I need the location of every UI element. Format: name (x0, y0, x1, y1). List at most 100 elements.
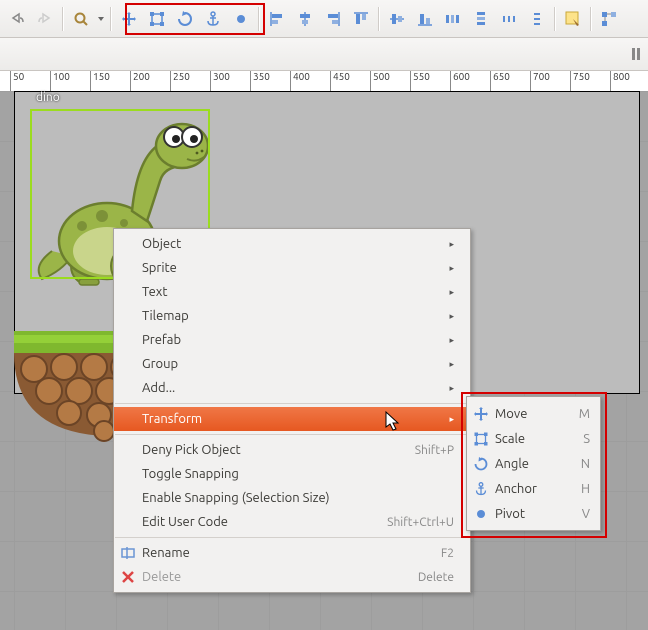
menu-item-label: Deny Pick Object (142, 443, 241, 457)
menu-shortcut: F2 (441, 547, 454, 560)
menu-separator (115, 403, 469, 404)
menu-item-object[interactable]: Object ▸ (114, 232, 470, 256)
menu-item-rename[interactable]: Rename F2 (114, 541, 470, 565)
menu-item-edit-user-code[interactable]: Edit User Code Shift+Ctrl+U (114, 510, 470, 534)
menu-item-label: Object (142, 237, 181, 251)
menu-shortcut: Delete (418, 571, 454, 584)
menu-item-label: Transform (142, 412, 202, 426)
ruler-tick: 100 (50, 71, 70, 91)
angle-icon (473, 456, 489, 472)
submenu-shortcut: V (582, 507, 590, 521)
menu-item-label: Delete (142, 570, 181, 584)
main-toolbar (0, 0, 648, 38)
submenu-item-angle[interactable]: Angle N (467, 451, 600, 476)
submenu-label: Anchor (495, 482, 537, 496)
menu-item-prefab[interactable]: Prefab ▸ (114, 328, 470, 352)
align-center-h-button[interactable] (292, 6, 318, 32)
ruler-tick: 750 (570, 71, 590, 91)
menu-item-label: Rename (142, 546, 190, 560)
align-bottom-button[interactable] (412, 6, 438, 32)
dist-h-button[interactable] (440, 6, 466, 32)
outline-tree-button[interactable] (596, 6, 622, 32)
ruler-tick: 400 (290, 71, 310, 91)
submenu-arrow-icon: ▸ (449, 383, 454, 394)
menu-item-label: Text (142, 285, 167, 299)
submenu-item-pivot[interactable]: Pivot V (467, 501, 600, 526)
menu-shortcut: Shift+P (415, 444, 454, 457)
menu-item-label: Add... (142, 381, 175, 395)
submenu-item-move[interactable]: Move M (467, 401, 600, 426)
align-top-button[interactable] (348, 6, 374, 32)
ruler-tick: 500 (370, 71, 390, 91)
menu-item-label: Enable Snapping (Selection Size) (142, 491, 330, 505)
menu-item-enable-snapping-selection-size[interactable]: Enable Snapping (Selection Size) (114, 486, 470, 510)
ruler-tick: 600 (450, 71, 470, 91)
ruler-tick: 700 (530, 71, 550, 91)
horizontal-ruler: 5010015020025030035040045050055060065070… (0, 71, 648, 91)
object-label: dino (36, 91, 60, 104)
ruler-tick: 150 (90, 71, 110, 91)
menu-item-transform[interactable]: Transform ▸ (114, 407, 470, 431)
submenu-arrow-icon: ▸ (449, 335, 454, 346)
submenu-label: Angle (495, 457, 529, 471)
submenu-arrow-icon: ▸ (449, 263, 454, 274)
align-left-button[interactable] (264, 6, 290, 32)
submenu-shortcut: N (581, 457, 590, 471)
scale-tool-button[interactable] (144, 6, 170, 32)
menu-item-tilemap[interactable]: Tilemap▸ (114, 304, 470, 328)
menu-item-label: Toggle Snapping (142, 467, 239, 481)
menu-item-label: Sprite (142, 261, 177, 275)
ruler-tick: 450 (330, 71, 350, 91)
menu-item-text[interactable]: Text▸ (114, 280, 470, 304)
align-middle-button[interactable] (384, 6, 410, 32)
submenu-item-scale[interactable]: Scale S (467, 426, 600, 451)
menu-item-toggle-snapping[interactable]: Toggle Snapping (114, 462, 470, 486)
menu-shortcut: Shift+Ctrl+U (387, 516, 454, 529)
properties-bar (0, 38, 648, 71)
menu-separator (115, 537, 469, 538)
submenu-arrow-icon: ▸ (449, 239, 454, 250)
anchor-icon (473, 481, 489, 497)
angle-tool-button[interactable] (172, 6, 198, 32)
rename-icon (120, 545, 136, 561)
zoom-button[interactable] (68, 6, 94, 32)
zoom-dropdown[interactable] (96, 6, 106, 32)
menu-item-label: Prefab (142, 333, 181, 347)
anchor-tool-button[interactable] (200, 6, 226, 32)
submenu-shortcut: M (579, 407, 590, 421)
scale-icon (473, 431, 489, 447)
align-right-button[interactable] (320, 6, 346, 32)
dist-equal-v-button[interactable] (524, 6, 550, 32)
menu-item-sprite[interactable]: Sprite ▸ (114, 256, 470, 280)
move-icon (473, 406, 489, 422)
ruler-tick: 50 (10, 71, 24, 91)
submenu-shortcut: S (583, 432, 590, 446)
menu-item-label: Group (142, 357, 178, 371)
dist-v-button[interactable] (468, 6, 494, 32)
ruler-tick: 200 (130, 71, 150, 91)
submenu-arrow-icon: ▸ (449, 414, 454, 425)
menu-item-add[interactable]: Add... ▸ (114, 376, 470, 400)
redo-button[interactable] (32, 6, 58, 32)
menu-item-delete[interactable]: Delete Delete (114, 565, 470, 589)
transform-submenu: Move M Scale S Angle N Anchor H Pivot V (466, 396, 601, 531)
submenu-shortcut: H (581, 482, 590, 496)
pivot-icon (473, 506, 489, 522)
menu-item-label: Edit User Code (142, 515, 228, 529)
edit-sprite-button[interactable] (560, 6, 586, 32)
menu-separator (115, 434, 469, 435)
submenu-label: Move (495, 407, 527, 421)
menu-item-group[interactable]: Group ▸ (114, 352, 470, 376)
submenu-label: Pivot (495, 507, 525, 521)
submenu-item-anchor[interactable]: Anchor H (467, 476, 600, 501)
panel-collapse-icon[interactable] (630, 43, 642, 65)
submenu-label: Scale (495, 432, 525, 446)
move-tool-button[interactable] (116, 6, 142, 32)
dist-equal-h-button[interactable] (496, 6, 522, 32)
undo-button[interactable] (4, 6, 30, 32)
ruler-tick: 250 (170, 71, 190, 91)
submenu-arrow-icon: ▸ (449, 359, 454, 370)
pivot-tool-button[interactable] (228, 6, 254, 32)
ruler-tick: 300 (210, 71, 230, 91)
menu-item-deny-pick-object[interactable]: Deny Pick Object Shift+P (114, 438, 470, 462)
